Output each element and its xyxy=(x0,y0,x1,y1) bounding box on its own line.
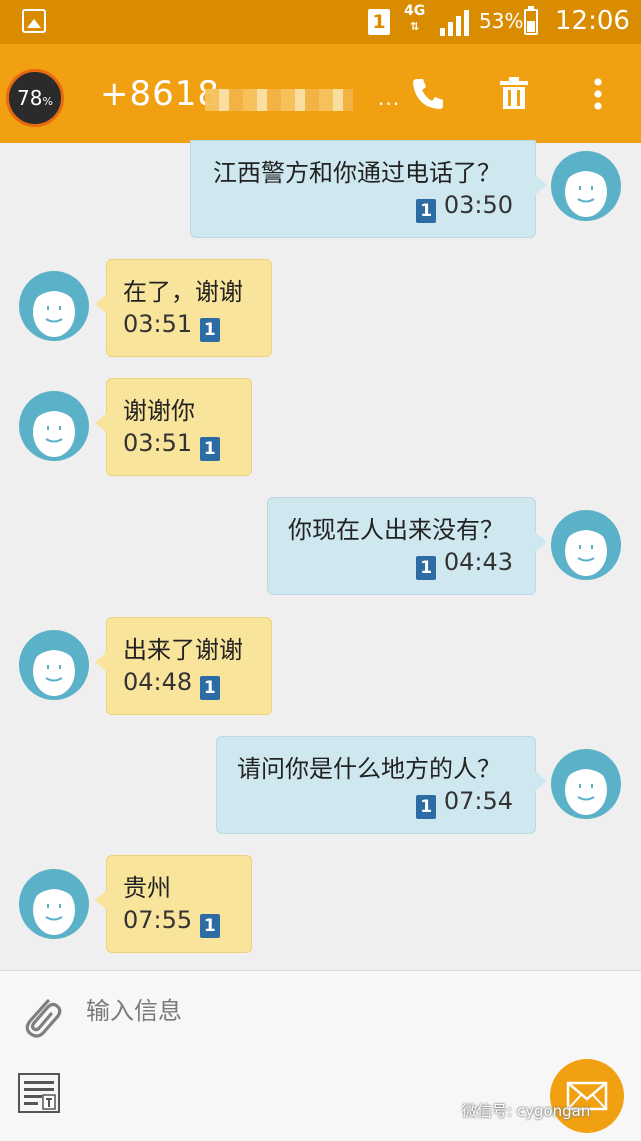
signal-icon xyxy=(440,10,469,36)
avatar-icon[interactable] xyxy=(18,868,90,940)
message-text: 出来了谢谢 xyxy=(123,636,243,664)
message-meta: 03:51 1 xyxy=(123,429,220,461)
message-composer: 输入信息 微信号: cygongan xyxy=(0,970,641,1141)
message-meta: 1 07:54 xyxy=(416,787,513,819)
obscured-number xyxy=(205,89,353,111)
message-text: 在了，谢谢 xyxy=(123,278,243,306)
bubble-tail xyxy=(535,771,547,791)
conversation-header: 78% +8618... xyxy=(0,44,641,143)
sim-icon: 1 xyxy=(368,9,390,35)
message-text: 请问你是什么地方的人？ xyxy=(237,755,501,783)
send-icon xyxy=(566,1081,608,1111)
message-time: 04:43 xyxy=(443,548,513,576)
template-icon[interactable] xyxy=(18,1073,60,1113)
message-bubble-incoming[interactable]: 在了，谢谢 03:51 1 xyxy=(95,259,272,357)
sim-badge-icon: 1 xyxy=(416,795,437,819)
message-meta: 07:55 1 xyxy=(123,906,220,938)
send-button[interactable] xyxy=(550,1059,624,1133)
message-text: 谢谢你 xyxy=(123,397,195,425)
bubble-tail xyxy=(95,890,107,910)
bubble-tail xyxy=(95,294,107,314)
message-meta: 1 04:43 xyxy=(416,548,513,580)
sim-badge-icon: 1 xyxy=(416,199,437,223)
avatar-icon[interactable] xyxy=(550,150,622,222)
message-bubble-incoming[interactable]: 谢谢你 03:51 1 xyxy=(95,378,252,476)
message-bubble-outgoing[interactable]: 你现在人出来没有？ 1 04:43 xyxy=(267,497,547,595)
status-bar: 1 4G ⇅ 53% 12:06 xyxy=(0,0,641,44)
sim-badge-icon: 1 xyxy=(199,914,220,938)
message-time: 03:50 xyxy=(443,191,513,219)
avatar-icon[interactable] xyxy=(550,509,622,581)
phone-icon[interactable] xyxy=(408,74,448,114)
sim-badge-icon: 1 xyxy=(199,318,220,342)
bubble-tail xyxy=(95,652,107,672)
avatar-icon[interactable] xyxy=(550,748,622,820)
message-time: 03:51 xyxy=(123,429,193,457)
more-icon[interactable] xyxy=(578,74,618,114)
watermark: 微信号: cygongan xyxy=(462,1102,591,1120)
sim-badge-icon: 1 xyxy=(416,556,437,580)
message-time: 07:54 xyxy=(443,787,513,815)
message-text: 贵州 xyxy=(123,874,171,902)
message-time: 07:55 xyxy=(123,906,193,934)
badge-value: 78 xyxy=(17,86,43,110)
bubble-tail xyxy=(535,532,547,552)
bubble-tail xyxy=(535,175,547,195)
battery-percent: 53% xyxy=(479,9,524,33)
sim-badge-icon: 1 xyxy=(199,437,220,461)
avatar-icon[interactable] xyxy=(18,629,90,701)
gallery-notification-icon xyxy=(22,9,46,33)
clock: 12:06 xyxy=(555,6,630,36)
message-text: 江西警方和你通过电话了？ xyxy=(213,159,501,187)
phone-visible-part: +8618 xyxy=(100,74,221,114)
message-input[interactable]: 输入信息 xyxy=(86,991,182,1026)
avatar-icon[interactable] xyxy=(18,270,90,342)
bubble-tail xyxy=(95,413,107,433)
network-type: 4G xyxy=(404,3,426,19)
message-time: 03:51 xyxy=(123,310,193,338)
battery-icon xyxy=(524,6,538,35)
avatar-icon[interactable] xyxy=(18,390,90,462)
attach-icon[interactable] xyxy=(18,991,64,1043)
data-arrows-icon: ⇅ xyxy=(410,20,420,33)
message-bubble-incoming[interactable]: 贵州 07:55 1 xyxy=(95,855,252,953)
message-bubble-incoming[interactable]: 出来了谢谢 04:48 1 xyxy=(95,617,272,715)
sim-badge-icon: 1 xyxy=(199,676,220,700)
message-text: 你现在人出来没有？ xyxy=(288,516,504,544)
message-meta: 03:51 1 xyxy=(123,310,220,342)
network-indicator: 4G ⇅ xyxy=(404,3,425,35)
trash-icon[interactable] xyxy=(494,74,534,114)
message-bubble-outgoing[interactable]: 请问你是什么地方的人？ 1 07:54 xyxy=(216,736,547,834)
badge-unit: % xyxy=(42,95,53,108)
message-meta: 1 03:50 xyxy=(416,191,513,223)
message-bubble-outgoing[interactable]: 江西警方和你通过电话了？ 1 03:50 xyxy=(190,140,547,238)
message-meta: 04:48 1 xyxy=(123,668,220,700)
phone-ellipsis: ... xyxy=(378,86,401,110)
memory-boost-badge[interactable]: 78% xyxy=(6,69,64,127)
message-time: 04:48 xyxy=(123,668,193,696)
